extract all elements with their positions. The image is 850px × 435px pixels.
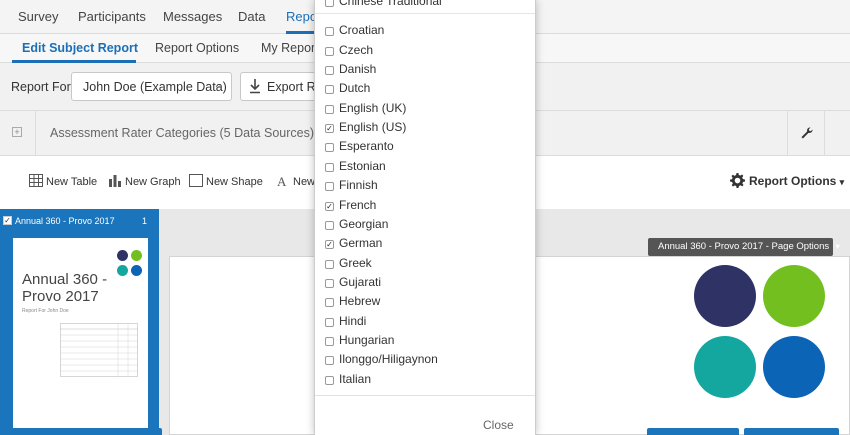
- new-table-button[interactable]: New Table: [29, 174, 98, 188]
- thumbnail-page[interactable]: Annual 360 - Provo 2017 Report For John …: [13, 238, 148, 435]
- language-checkbox[interactable]: [325, 27, 334, 37]
- language-label: Croatian: [339, 23, 385, 38]
- gear-icon: [730, 173, 745, 188]
- tab-data[interactable]: Data: [238, 9, 265, 24]
- circle-navy[interactable]: [694, 265, 756, 327]
- language-checkbox[interactable]: [325, 66, 334, 76]
- page-options-button[interactable]: Annual 360 - Provo 2017 - Page Options ▾: [648, 238, 840, 256]
- new-graph-label: New Graph: [125, 176, 181, 188]
- circle-lime[interactable]: [763, 265, 825, 327]
- report-options-button[interactable]: Report Options ▾: [730, 173, 845, 188]
- thumbnail-page-number: 1: [142, 216, 148, 226]
- language-list[interactable]: Chinese Traditional Croatian Czech Danish Du…: [315, 0, 535, 395]
- chevron-down-icon: ⌄: [213, 80, 222, 91]
- language-label: Hebrew: [339, 294, 381, 309]
- report-for-label: Report For: [11, 80, 71, 94]
- tab-participants[interactable]: Participants: [78, 9, 146, 24]
- new-shape-label: New Shape: [206, 176, 263, 188]
- language-label: Gujarati: [339, 274, 382, 289]
- new-shape-button[interactable]: New Shape: [189, 174, 263, 188]
- language-dropdown[interactable]: Chinese Traditional Croatian Czech Danish Du…: [314, 0, 536, 435]
- language-label: Esperanto: [339, 139, 394, 154]
- page-options-label: Annual 360 - Provo 2017 - Page Options: [658, 241, 830, 252]
- report-options-label: Report Options: [749, 174, 837, 188]
- language-checkbox[interactable]: ✓: [325, 201, 334, 211]
- language-checkbox[interactable]: [325, 298, 334, 308]
- new-graph-button[interactable]: New Graph: [109, 175, 181, 188]
- language-checkbox[interactable]: [325, 336, 334, 346]
- thumb-table-graphic: [60, 323, 138, 377]
- language-checkbox[interactable]: [325, 220, 334, 230]
- tab-survey[interactable]: Survey: [18, 9, 58, 24]
- new-text-label: New: [293, 176, 316, 188]
- thumb-page-title: Annual 360 - Provo 2017: [22, 271, 108, 305]
- language-label: Hindi: [339, 313, 367, 328]
- language-label: Chinese Traditional: [339, 0, 442, 8]
- language-label: French: [339, 197, 377, 212]
- thumbnail-title: Annual 360 - Provo 2017: [15, 216, 115, 226]
- language-checkbox[interactable]: ✓: [325, 124, 334, 134]
- language-checkbox[interactable]: [325, 162, 334, 172]
- language-label: Georgian: [339, 216, 389, 231]
- caret-down-icon: ▾: [839, 177, 845, 187]
- new-table-label: New Table: [46, 176, 98, 188]
- language-label: Finnish: [339, 178, 378, 193]
- language-label: Estonian: [339, 158, 386, 173]
- language-label: German: [339, 236, 383, 251]
- wrench-button[interactable]: [787, 111, 825, 156]
- dropdown-footer: Close: [315, 395, 535, 435]
- language-label: Italian: [339, 371, 372, 386]
- language-label: English (UK): [339, 100, 407, 115]
- rater-categories-title: Assessment Rater Categories (5 Data Sour…: [50, 126, 314, 140]
- language-label: Hungarian: [339, 332, 395, 347]
- thumb-page-subtitle: Report For John Doe: [22, 308, 69, 314]
- page-thumbnail-pane[interactable]: ✓ Annual 360 - Provo 2017 1 Annual 360 -…: [0, 209, 159, 435]
- thumbnail-checkbox[interactable]: ✓: [3, 216, 12, 225]
- bar-chart-icon: [109, 175, 121, 187]
- svg-text:A: A: [277, 174, 287, 187]
- language-label: English (US): [339, 120, 407, 135]
- language-checkbox[interactable]: [325, 259, 334, 269]
- thumb-dot-lime: [131, 250, 142, 261]
- language-label: Dutch: [339, 81, 371, 96]
- plus-icon: +: [12, 127, 22, 137]
- language-label: Greek: [339, 255, 372, 270]
- caret-down-icon: ▾: [835, 242, 840, 251]
- tab-report-options[interactable]: Report Options: [155, 41, 239, 55]
- bottom-button-middle[interactable]: [647, 428, 739, 435]
- language-checkbox[interactable]: ✓: [325, 240, 334, 250]
- language-checkbox[interactable]: [325, 375, 334, 385]
- new-text-button[interactable]: A New: [277, 174, 316, 188]
- bottom-button-left[interactable]: [4, 428, 162, 435]
- subject-select-value: John Doe (Example Data): [83, 80, 227, 94]
- language-checkbox[interactable]: [325, 0, 334, 7]
- thumb-dot-navy: [117, 250, 128, 261]
- shape-icon: [189, 174, 203, 187]
- close-button[interactable]: Close: [483, 418, 514, 432]
- language-label: Danish: [339, 62, 377, 77]
- tab-messages[interactable]: Messages: [163, 9, 222, 24]
- language-checkbox[interactable]: [325, 182, 334, 192]
- expand-toggle[interactable]: +: [0, 111, 36, 156]
- language-checkbox[interactable]: [325, 317, 334, 327]
- language-checkbox[interactable]: [325, 46, 334, 56]
- table-icon: [29, 174, 43, 187]
- list-divider: [315, 13, 535, 14]
- tab-edit-subject-report[interactable]: Edit Subject Report: [22, 41, 138, 55]
- subject-select[interactable]: John Doe (Example Data) ⌄: [71, 72, 232, 101]
- language-label: Czech: [339, 42, 374, 57]
- bottom-button-right[interactable]: [744, 428, 839, 435]
- download-icon: [249, 78, 261, 97]
- circle-teal[interactable]: [694, 336, 756, 398]
- language-checkbox[interactable]: [325, 85, 334, 95]
- language-checkbox[interactable]: [325, 278, 334, 288]
- circle-blue[interactable]: [763, 336, 825, 398]
- wrench-icon: [801, 127, 813, 139]
- language-checkbox[interactable]: [325, 104, 334, 114]
- language-checkbox[interactable]: [325, 356, 334, 366]
- language-label: Ilonggo/Hiligaynon: [339, 352, 438, 367]
- language-checkbox[interactable]: [325, 143, 334, 153]
- text-icon: A: [277, 174, 287, 187]
- thumb-dot-blue: [131, 265, 142, 276]
